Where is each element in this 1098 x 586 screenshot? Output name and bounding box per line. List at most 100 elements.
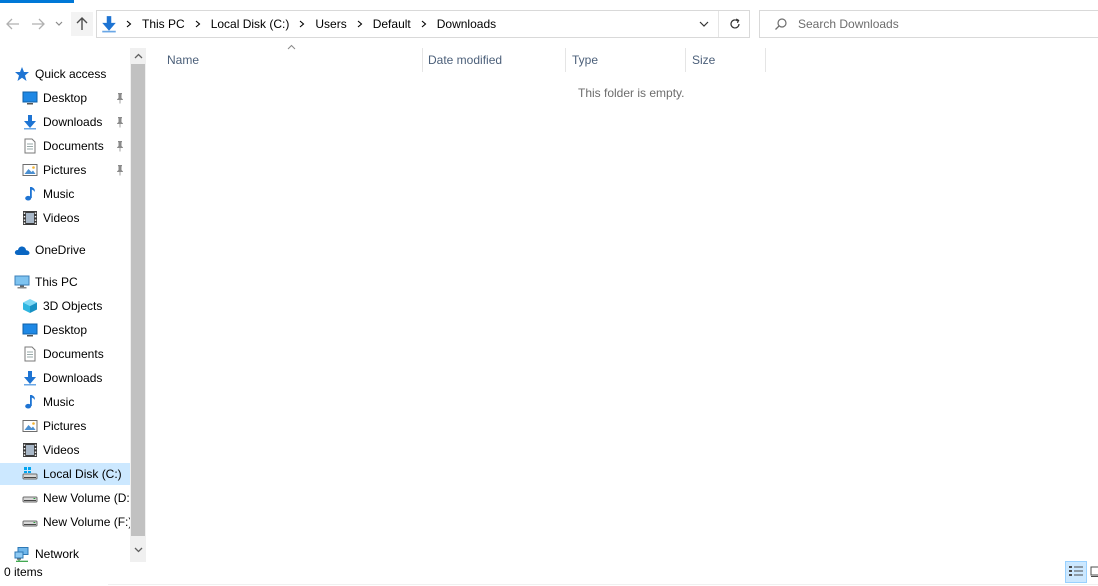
large-icons-view-button[interactable] <box>1089 561 1098 583</box>
refresh-icon <box>729 18 740 29</box>
nav-quick-downloads[interactable]: Downloads <box>0 111 130 133</box>
nav-quick-pictures[interactable]: Pictures <box>0 159 130 181</box>
nav-pc-music[interactable]: Music <box>0 391 130 413</box>
desktop-icon <box>22 90 38 106</box>
nav-label: Local Disk (C:) <box>43 467 122 481</box>
nav-label: OneDrive <box>35 243 86 257</box>
breadcrumb-users[interactable]: Users <box>310 11 351 37</box>
videos-icon <box>22 442 38 458</box>
desktop-icon <box>22 322 38 338</box>
music-icon <box>22 186 38 202</box>
pin-icon[interactable] <box>114 164 126 176</box>
nav-quick-music[interactable]: Music <box>0 183 130 205</box>
nav-pc-downloads[interactable]: Downloads <box>0 367 130 389</box>
nav-onedrive[interactable]: OneDrive <box>0 239 130 261</box>
nav-label: Videos <box>43 443 80 457</box>
scroll-down-button[interactable] <box>130 542 146 558</box>
breadcrumb-downloads[interactable]: Downloads <box>432 11 501 37</box>
nav-pc-desktop[interactable]: Desktop <box>0 319 130 341</box>
nav-quick-documents[interactable]: Documents <box>0 135 130 157</box>
nav-label: New Volume (F:) <box>43 515 130 529</box>
nav-label: Pictures <box>43 419 87 433</box>
pin-icon[interactable] <box>114 140 126 152</box>
chevron-down-icon <box>134 547 142 553</box>
nav-pc-local-disk-c[interactable]: Local Disk (C:) <box>0 463 130 485</box>
navigation-pane: Quick access Desktop Downloads Documents… <box>0 48 130 562</box>
chevron-down-icon <box>55 21 63 26</box>
nav-label: 3D Objects <box>43 299 103 313</box>
scroll-up-button[interactable] <box>130 48 146 64</box>
local-disk-icon <box>22 466 38 482</box>
downloads-icon <box>22 114 38 130</box>
nav-pc-videos[interactable]: Videos <box>0 439 130 461</box>
forward-button[interactable] <box>27 12 49 36</box>
column-header-date-modified[interactable]: Date modified <box>423 48 565 72</box>
pin-icon[interactable] <box>114 92 126 104</box>
pictures-icon <box>22 418 38 434</box>
empty-folder-message: This folder is empty. <box>578 86 685 100</box>
music-icon <box>22 394 38 410</box>
item-count: 0 items <box>4 565 43 579</box>
column-header-name[interactable]: Name <box>161 48 422 72</box>
star-icon <box>15 67 29 81</box>
nav-pane-scrollbar[interactable] <box>130 48 146 562</box>
nav-label: Downloads <box>43 115 103 129</box>
nav-label: Network <box>35 547 80 561</box>
drive-icon <box>22 514 38 530</box>
nav-label: Pictures <box>43 163 87 177</box>
forward-arrow-icon <box>32 18 45 30</box>
scroll-thumb[interactable] <box>131 64 145 536</box>
downloads-icon <box>22 370 38 386</box>
breadcrumb-this-pc[interactable]: This PC <box>137 11 190 37</box>
cloud-icon <box>14 246 30 255</box>
3d-objects-icon <box>22 298 38 314</box>
navigation-bar: This PC Local Disk (C:) Users Default Do… <box>0 0 1098 48</box>
nav-pc-new-volume-d[interactable]: New Volume (D:) <box>0 487 130 509</box>
breadcrumb-chevron-icon[interactable] <box>416 11 432 37</box>
details-view-button[interactable] <box>1065 561 1087 583</box>
address-history-dropdown[interactable] <box>693 11 715 37</box>
computer-icon <box>14 275 30 289</box>
search-box[interactable] <box>759 10 1098 38</box>
nav-network[interactable]: Network <box>0 543 130 562</box>
breadcrumb-default[interactable]: Default <box>368 11 416 37</box>
recent-locations-button[interactable] <box>52 12 66 36</box>
chevron-down-icon <box>699 21 709 27</box>
breadcrumb-chevron-icon[interactable] <box>352 11 368 37</box>
breadcrumb-chevron-icon[interactable] <box>190 11 206 37</box>
breadcrumb-chevron-icon[interactable] <box>121 11 137 37</box>
breadcrumb-chevron-icon[interactable] <box>294 11 310 37</box>
nav-pc-new-volume-f[interactable]: New Volume (F:) <box>0 511 130 533</box>
nav-label: New Volume (D:) <box>43 491 130 505</box>
nav-label: Videos <box>43 211 80 225</box>
nav-this-pc[interactable]: This PC <box>0 271 130 293</box>
nav-label: Desktop <box>43 323 88 337</box>
nav-pc-documents[interactable]: Documents <box>0 343 130 365</box>
documents-icon <box>22 346 38 362</box>
search-input[interactable] <box>798 11 1088 37</box>
breadcrumb-local-disk[interactable]: Local Disk (C:) <box>206 11 295 37</box>
pin-icon[interactable] <box>114 116 126 128</box>
network-icon <box>14 547 29 562</box>
nav-quick-videos[interactable]: Videos <box>0 207 130 229</box>
column-divider[interactable] <box>765 48 766 72</box>
nav-pc-pictures[interactable]: Pictures <box>0 415 130 437</box>
address-bar[interactable]: This PC Local Disk (C:) Users Default Do… <box>96 10 750 38</box>
up-button[interactable] <box>71 12 93 36</box>
large-icons-view-icon <box>1090 566 1098 577</box>
search-icon <box>775 18 787 30</box>
nav-label: Quick access <box>35 67 107 81</box>
nav-label: Documents <box>43 139 104 153</box>
documents-icon <box>22 138 38 154</box>
nav-label: Desktop <box>43 91 88 105</box>
downloads-folder-icon <box>100 15 118 33</box>
status-bar-divider <box>108 584 1098 585</box>
column-header-size[interactable]: Size <box>686 48 765 72</box>
refresh-button[interactable] <box>718 11 750 37</box>
nav-quick-access[interactable]: Quick access <box>0 63 130 85</box>
back-arrow-icon <box>6 18 19 30</box>
nav-pc-3d-objects[interactable]: 3D Objects <box>0 295 130 317</box>
nav-quick-desktop[interactable]: Desktop <box>0 87 130 109</box>
back-button[interactable] <box>2 12 24 36</box>
column-header-type[interactable]: Type <box>566 48 685 72</box>
